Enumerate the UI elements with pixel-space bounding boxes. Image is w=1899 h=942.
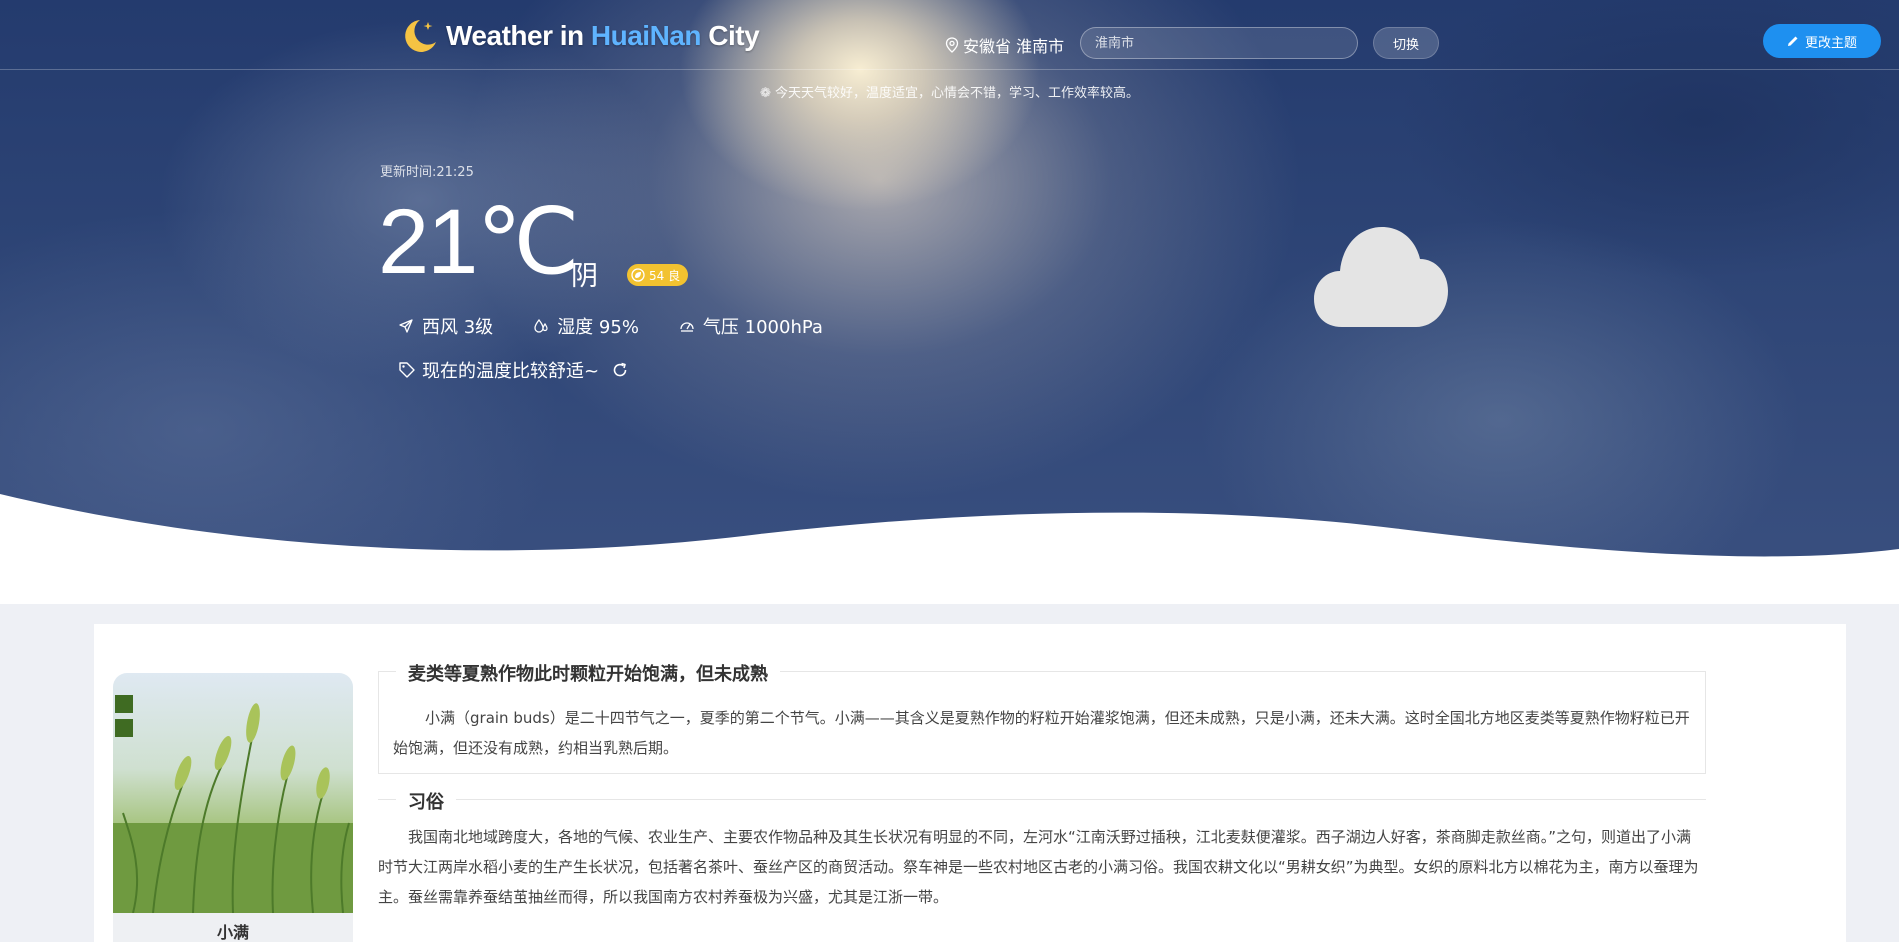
solar-term-name: 小满 bbox=[113, 913, 353, 942]
current-location: 安徽省 淮南市 bbox=[945, 33, 1064, 57]
solar-term-image bbox=[113, 673, 353, 913]
tag-icon bbox=[399, 362, 415, 378]
update-time: 更新时间:21:25 bbox=[380, 165, 474, 180]
water-drops-icon bbox=[534, 318, 548, 333]
gauge-icon bbox=[680, 322, 694, 332]
brand-city: HuaiNan bbox=[590, 20, 702, 51]
customs-heading: 习俗 bbox=[396, 788, 456, 814]
location-label: 安徽省 淮南市 bbox=[963, 37, 1065, 56]
wind-value: 西风 3级 bbox=[422, 317, 494, 338]
humidity-value: 湿度 95% bbox=[557, 317, 639, 338]
comfort-text: 现在的温度比较舒适~ bbox=[422, 361, 600, 382]
refresh-icon[interactable] bbox=[611, 361, 629, 379]
cloud-icon bbox=[1314, 227, 1448, 327]
logo[interactable]: Weather in HuaiNan City bbox=[398, 14, 760, 58]
humidity-stat: 湿度 95% bbox=[533, 313, 639, 339]
location-pin-icon bbox=[945, 37, 959, 53]
customs-divider bbox=[378, 799, 1706, 800]
leaf-icon bbox=[631, 268, 645, 282]
top-bar: Weather in HuaiNan City 安徽省 淮南市 切换 更改主题 bbox=[0, 0, 1899, 70]
brand-prefix: Weather in bbox=[446, 20, 591, 51]
wind-stat: 西风 3级 bbox=[398, 313, 493, 339]
daily-tip-text: 今天天气较好，温度适宜，心情会不错，学习、工作效率较高。 bbox=[775, 86, 1140, 101]
intro-paragraph: 小满（grain buds）是二十四节气之一，夏季的第二个节气。小满——其含义是… bbox=[393, 709, 1690, 757]
paper-plane-icon bbox=[399, 319, 413, 333]
pressure-stat: 气压 1000hPa bbox=[679, 313, 823, 339]
customs-paragraph: 我国南北地域跨度大，各地的气候、农业生产、主要农作物品种及其生长状况有明显的不同… bbox=[378, 828, 1699, 906]
wheat-field-illustration bbox=[113, 695, 353, 913]
temperature: 21℃ bbox=[378, 191, 580, 293]
aqi-value: 54 良 bbox=[649, 268, 681, 283]
intro-heading: 麦类等夏熟作物此时颗粒开始饱满，但未成熟 bbox=[396, 660, 780, 686]
weather-condition: 阴 bbox=[571, 261, 598, 292]
moon-star-icon bbox=[405, 20, 436, 52]
brand-title: Weather in HuaiNan City bbox=[446, 20, 760, 52]
edit-icon bbox=[1787, 36, 1798, 46]
brand-suffix: City bbox=[700, 20, 760, 51]
wave-divider bbox=[0, 494, 1899, 604]
daily-tip: ❁ 今天天气较好，温度适宜，心情会不错，学习、工作效率较高。 bbox=[759, 86, 1140, 101]
city-search-input[interactable] bbox=[1080, 27, 1358, 59]
switch-city-button[interactable]: 切换 bbox=[1373, 27, 1439, 59]
aqi-badge[interactable]: 54 良 bbox=[627, 264, 689, 286]
comfort-row: 现在的温度比较舒适~ bbox=[398, 357, 629, 383]
change-theme-label: 更改主题 bbox=[1804, 35, 1857, 51]
change-theme-button[interactable]: 更改主题 bbox=[1763, 24, 1881, 58]
weather-stats: 西风 3级 湿度 95% 气压 1000hPa bbox=[398, 313, 863, 339]
pressure-value: 气压 1000hPa bbox=[702, 317, 823, 338]
